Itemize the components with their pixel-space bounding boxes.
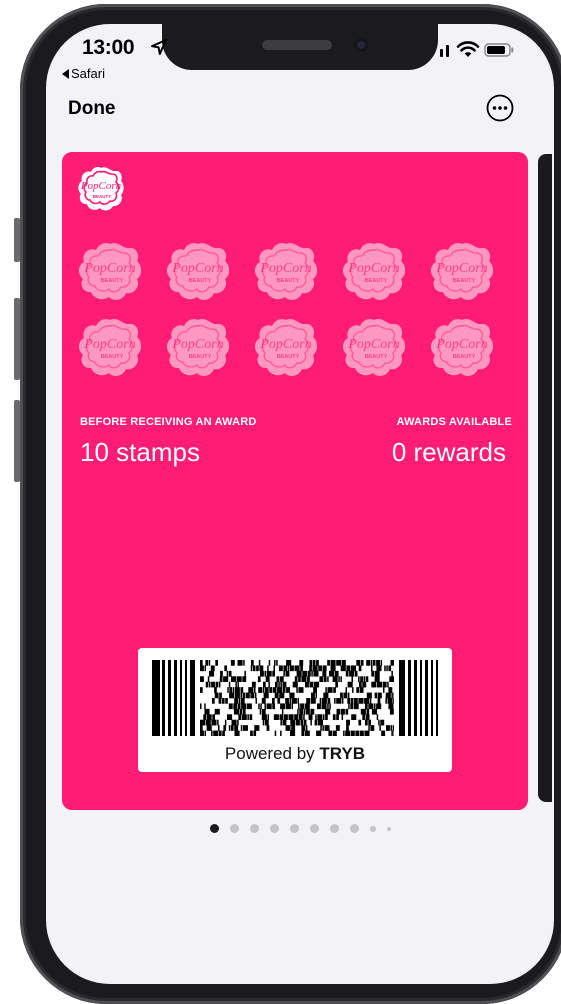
loyalty-pass-card[interactable]: PopCorn BEAUTY PopCorn BEAUTY PopCorn BEAUT…	[62, 152, 528, 810]
awards-available-value: 0 rewards	[391, 437, 506, 467]
logo-text: PopCorn	[80, 180, 122, 192]
status-time: 13:00	[82, 36, 135, 59]
notch	[162, 24, 438, 70]
stamp-logo-text: PopCorn	[435, 261, 487, 276]
done-button[interactable]: Done	[68, 98, 116, 120]
cellular-signal-icon	[440, 45, 449, 57]
next-pass-card-edge[interactable]	[538, 154, 552, 802]
volume-up-button	[14, 298, 20, 380]
location-arrow-icon	[151, 39, 167, 55]
speaker-grille	[262, 40, 332, 50]
pdf417-barcode	[152, 660, 438, 736]
before-award-value: 10 stamps	[80, 437, 200, 467]
barcode-panel: Powered by TRYB	[138, 648, 452, 772]
powered-by-text: Powered by TRYB	[138, 744, 452, 764]
page-dot[interactable]	[249, 824, 259, 834]
page-dot[interactable]	[369, 825, 376, 832]
stamp-icon: PopCorn BEAUTY	[340, 316, 408, 380]
stamp-icon: PopCorn BEAUTY	[76, 316, 144, 380]
stamp-icon: PopCorn BEAUTY	[252, 240, 320, 304]
back-to-safari-link[interactable]: Safari	[62, 66, 105, 81]
page-dot[interactable]	[269, 824, 279, 834]
stamp-grid: PopCorn BEAUTY PopCorn BEAUTY PopCorn BEAUTY P…	[76, 240, 516, 380]
page-dot[interactable]	[229, 824, 239, 834]
stamp-logo-text: PopCorn	[259, 337, 311, 352]
stamp-logo-text: PopCorn	[83, 337, 135, 352]
stamp-logo-subtext: BEAUTY	[277, 354, 300, 360]
stamp-logo-subtext: BEAUTY	[101, 354, 124, 360]
page-dot[interactable]	[349, 824, 359, 834]
back-triangle-icon	[62, 69, 69, 79]
page-dot[interactable]	[329, 824, 339, 834]
stamp-icon: PopCorn BEAUTY	[428, 316, 496, 380]
awards-available-label: AWARDS AVAILABLE	[396, 416, 512, 428]
stamp-logo-subtext: BEAUTY	[365, 354, 388, 360]
mute-switch	[14, 218, 20, 262]
back-app-label: Safari	[71, 66, 105, 81]
stamp-logo-subtext: BEAUTY	[189, 354, 212, 360]
stamp-logo-text: PopCorn	[171, 261, 223, 276]
popcorn-beauty-logo: PopCorn BEAUTY	[78, 167, 124, 211]
wifi-icon	[456, 41, 480, 57]
page-dot[interactable]	[289, 824, 299, 834]
volume-down-button	[14, 400, 20, 482]
stamp-icon: PopCorn BEAUTY	[164, 240, 232, 304]
pass-page-indicator[interactable]	[46, 820, 554, 838]
ellipsis-circle-icon[interactable]	[486, 94, 514, 122]
phone-screen: 13:00 Safari Done PopCorn BEAUTY PopCorn…	[46, 24, 554, 984]
page-dot[interactable]	[386, 826, 391, 831]
stamp-logo-text: PopCorn	[259, 261, 311, 276]
stamp-icon: PopCorn BEAUTY	[76, 240, 144, 304]
powered-by-brand: TRYB	[319, 744, 366, 763]
logo-subtext: BEAUTY	[93, 194, 112, 199]
stamp-logo-text: PopCorn	[171, 337, 223, 352]
stamp-logo-subtext: BEAUTY	[453, 278, 476, 284]
stamp-logo-subtext: BEAUTY	[101, 278, 124, 284]
stamp-logo-subtext: BEAUTY	[189, 278, 212, 284]
stamp-logo-subtext: BEAUTY	[365, 278, 388, 284]
stamp-icon: PopCorn BEAUTY	[340, 240, 408, 304]
stamp-icon: PopCorn BEAUTY	[252, 316, 320, 380]
battery-icon	[484, 43, 514, 57]
powered-by-prefix: Powered by	[224, 744, 315, 763]
stamp-logo-text: PopCorn	[347, 261, 399, 276]
front-camera	[354, 38, 368, 52]
stamp-logo-text: PopCorn	[83, 261, 135, 276]
stamp-icon: PopCorn BEAUTY	[428, 240, 496, 304]
stamp-logo-text: PopCorn	[347, 337, 399, 352]
page-dot[interactable]	[209, 824, 219, 834]
before-award-label: BEFORE RECEIVING AN AWARD	[80, 416, 257, 428]
stamp-logo-subtext: BEAUTY	[277, 278, 300, 284]
stamp-logo-text: PopCorn	[435, 337, 487, 352]
stamp-icon: PopCorn BEAUTY	[164, 316, 232, 380]
page-dot[interactable]	[309, 824, 319, 834]
stamp-logo-subtext: BEAUTY	[453, 354, 476, 360]
